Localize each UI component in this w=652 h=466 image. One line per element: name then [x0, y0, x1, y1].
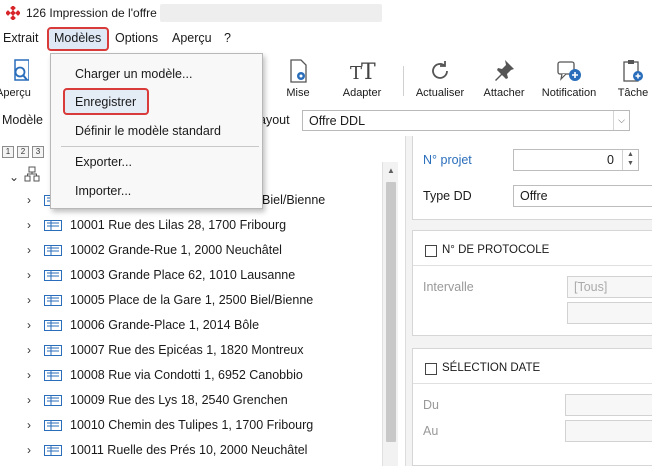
project-icon — [44, 220, 62, 231]
level-3-button[interactable]: 3 — [32, 146, 44, 158]
menu-item-definir-standard[interactable]: Définir le modèle standard — [75, 124, 221, 138]
clipboard-icon — [598, 58, 652, 84]
tree-row[interactable]: › 10001 Rue des Lilas 28, 1700 Fribourg — [0, 213, 380, 238]
apercu-button[interactable]: Aperçu — [0, 52, 52, 106]
chevron-right-icon[interactable]: › — [27, 418, 31, 432]
chevron-right-icon[interactable]: › — [27, 218, 31, 232]
menu-item-exporter[interactable]: Exporter... — [75, 155, 132, 169]
tree-row[interactable]: › 10006 Grande-Place 1, 2014 Bôle — [0, 313, 380, 338]
menu-item-enregistrer[interactable]: Enregistrer — [75, 95, 136, 109]
menu-help[interactable]: ? — [224, 31, 231, 45]
chevron-down-icon[interactable]: ⌄ — [9, 170, 19, 184]
title-redacted-area — [160, 4, 382, 22]
chevron-right-icon[interactable]: › — [27, 393, 31, 407]
project-icon — [44, 320, 62, 331]
chevron-right-icon[interactable]: › — [27, 368, 31, 382]
tree-row[interactable]: › 10007 Rue des Epicéas 1, 1820 Montreux — [0, 338, 380, 363]
tree-row[interactable]: › 10011 Ruelle des Prés 10, 2000 Neuchât… — [0, 438, 380, 463]
chevron-right-icon[interactable]: › — [27, 443, 31, 457]
menu-options[interactable]: Options — [115, 31, 158, 45]
chevron-right-icon[interactable]: › — [27, 243, 31, 257]
layout-value: Offre DDL — [309, 114, 366, 128]
layout-select[interactable]: Offre DDL ⌵ — [302, 110, 630, 131]
menu-bar: Extrait Modèles Options Aperçu ? — [0, 28, 652, 50]
filter-pane: N° projet 0 ▲ ▼ Type DD Offre N° DE PROTO… — [405, 136, 652, 466]
no-projet-input[interactable]: 0 ▲ ▼ — [513, 149, 639, 171]
level-1-button[interactable]: 1 — [2, 146, 14, 158]
project-icon — [44, 270, 62, 281]
mise-button[interactable]: Mise — [263, 52, 333, 106]
chevron-right-icon[interactable]: › — [27, 193, 31, 207]
project-icon — [44, 445, 62, 456]
protocole-title: N° DE PROTOCOLE — [442, 244, 550, 256]
chevron-down-icon[interactable]: ⌵ — [613, 111, 629, 130]
refresh-icon — [405, 58, 475, 84]
menu-apercu[interactable]: Aperçu — [172, 31, 212, 45]
chevron-right-icon[interactable]: › — [27, 268, 31, 282]
app-logo-icon — [6, 6, 20, 20]
intervalle-select[interactable]: [Tous] — [567, 276, 652, 298]
intervalle-label: Intervalle — [423, 280, 474, 294]
scroll-up-icon[interactable]: ▲ — [383, 162, 399, 178]
tache-button[interactable]: Tâche — [598, 52, 652, 106]
tree-row[interactable]: › 10002 Grande-Rue 1, 2000 Neuchâtel — [0, 238, 380, 263]
tree-row[interactable]: › 10003 Grande Place 62, 1010 Lausanne — [0, 263, 380, 288]
date-from-input[interactable] — [565, 394, 652, 416]
hierarchy-icon — [24, 166, 40, 182]
divider — [413, 383, 652, 384]
project-icon — [44, 245, 62, 256]
menu-separator — [61, 146, 259, 147]
du-label: Du — [423, 398, 439, 412]
tree-scrollbar[interactable]: ▲ — [382, 162, 398, 466]
type-dd-label: Type DD — [423, 189, 472, 203]
menu-modeles[interactable]: Modèles — [54, 31, 101, 45]
preview-icon — [0, 58, 52, 84]
date-title: SÉLECTION DATE — [442, 362, 541, 374]
date-panel: SÉLECTION DATE Du Au — [412, 348, 652, 466]
project-icon — [44, 345, 62, 356]
menu-item-importer[interactable]: Importer... — [75, 184, 131, 198]
pin-icon — [469, 58, 539, 84]
project-icon — [44, 370, 62, 381]
level-2-button[interactable]: 2 — [17, 146, 29, 158]
menu-item-charger[interactable]: Charger un modèle... — [75, 67, 192, 81]
notification-button[interactable]: Notification — [534, 52, 604, 106]
protocole-checkbox[interactable] — [425, 245, 437, 257]
divider — [413, 265, 652, 266]
au-label: Au — [423, 424, 439, 438]
tree-row[interactable]: › 10009 Rue des Lys 18, 2540 Grenchen — [0, 388, 380, 413]
layout-label: ayout — [259, 113, 290, 127]
window-title: 126 Impression de l'offre — [26, 6, 157, 20]
date-checkbox[interactable] — [425, 363, 437, 375]
spinner-icon[interactable]: ▲ ▼ — [622, 150, 638, 170]
protocole-panel: N° DE PROTOCOLE Intervalle [Tous] — [412, 230, 652, 336]
chat-add-icon — [534, 58, 604, 84]
no-projet-label: N° projet — [423, 153, 472, 167]
date-to-input[interactable] — [565, 420, 652, 442]
type-dd-select[interactable]: Offre — [513, 185, 652, 207]
tree-row[interactable]: › 10005 Place de la Gare 1, 2500 Biel/Bi… — [0, 288, 380, 313]
chevron-right-icon[interactable]: › — [27, 318, 31, 332]
menu-extrait[interactable]: Extrait — [3, 31, 38, 45]
project-icon — [44, 295, 62, 306]
tree-row[interactable]: › 10008 Rue via Condotti 1, 6952 Canobbi… — [0, 363, 380, 388]
title-bar: 126 Impression de l'offre — [0, 0, 652, 28]
actualiser-button[interactable]: Actualiser — [405, 52, 475, 106]
project-icon — [44, 420, 62, 431]
project-icon — [44, 395, 62, 406]
page-gear-icon — [263, 58, 333, 84]
scrollbar-thumb[interactable] — [386, 182, 396, 442]
text-size-icon: T T — [327, 58, 397, 84]
toolbar-separator — [403, 66, 404, 96]
chevron-right-icon[interactable]: › — [27, 293, 31, 307]
modele-label: Modèle — [2, 113, 43, 127]
adapter-button[interactable]: T T Adapter — [327, 52, 397, 106]
project-panel: N° projet 0 ▲ ▼ Type DD Offre — [412, 136, 652, 220]
modeles-dropdown-menu: Charger un modèle... Enregistrer Définir… — [50, 53, 263, 209]
svg-text:T: T — [361, 60, 376, 84]
tree-row[interactable]: › 10010 Chemin des Tulipes 1, 1700 Fribo… — [0, 413, 380, 438]
intervalle-to-input[interactable] — [567, 302, 652, 324]
attacher-button[interactable]: Attacher — [469, 52, 539, 106]
chevron-right-icon[interactable]: › — [27, 343, 31, 357]
